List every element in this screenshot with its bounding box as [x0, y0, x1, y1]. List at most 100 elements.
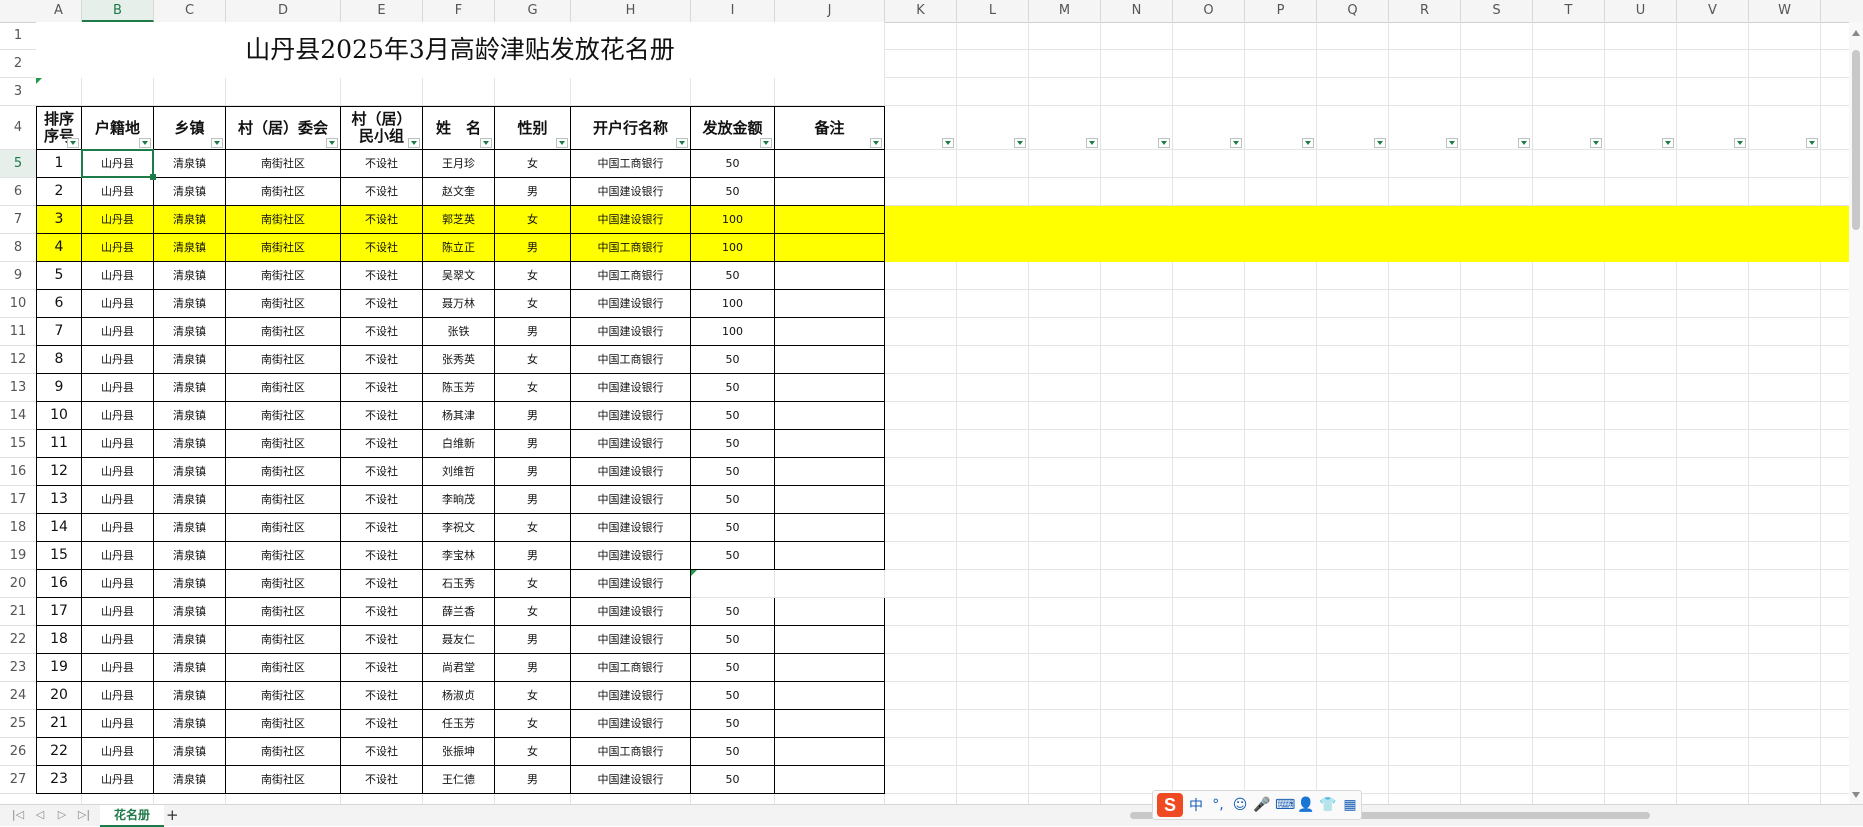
- cell-note[interactable]: [775, 150, 885, 178]
- scroll-down-icon[interactable]: [1852, 792, 1860, 798]
- column-header-n[interactable]: N: [1101, 0, 1173, 22]
- filter-dropdown-icon[interactable]: [1374, 138, 1386, 148]
- cell-town[interactable]: 清泉镇: [154, 710, 226, 738]
- cell-note[interactable]: [775, 290, 885, 318]
- column-header-k[interactable]: K: [885, 0, 957, 22]
- column-header-f[interactable]: F: [423, 0, 495, 22]
- column-header-e[interactable]: E: [341, 0, 423, 22]
- cell-group[interactable]: 不设社: [341, 374, 423, 402]
- cell-huji[interactable]: 山丹县: [82, 318, 154, 346]
- column-header-o[interactable]: O: [1173, 0, 1245, 22]
- cell-amount[interactable]: 50: [691, 738, 775, 766]
- cell-note[interactable]: [775, 542, 885, 570]
- cell-town[interactable]: 清泉镇: [154, 346, 226, 374]
- row-header-18[interactable]: 18: [0, 514, 36, 542]
- cell-village[interactable]: 南街社区: [226, 654, 341, 682]
- cell-amount[interactable]: 100: [691, 290, 775, 318]
- cell-seq[interactable]: 5: [36, 262, 82, 290]
- cell-note[interactable]: [775, 346, 885, 374]
- cell-village[interactable]: 南街社区: [226, 486, 341, 514]
- column-header-u[interactable]: U: [1605, 0, 1677, 22]
- cell-bank[interactable]: 中国建设银行: [571, 290, 691, 318]
- ime-punctuation-icon[interactable]: °,: [1209, 797, 1227, 813]
- cell-village[interactable]: 南街社区: [226, 542, 341, 570]
- cell-grid[interactable]: 山丹县2025年3月高龄津贴发放花名册 排序 序号 户籍地 乡镇 村（居）委会 村（居） 民小…: [36, 22, 1863, 804]
- cell-seq[interactable]: 20: [36, 682, 82, 710]
- cell-huji[interactable]: 山丹县: [82, 262, 154, 290]
- cell-name[interactable]: 郭芝英: [423, 206, 495, 234]
- cell-town[interactable]: 清泉镇: [154, 682, 226, 710]
- column-header-c[interactable]: C: [154, 0, 226, 22]
- cell-amount[interactable]: 50: [691, 430, 775, 458]
- cell-town[interactable]: 清泉镇: [154, 738, 226, 766]
- filter-dropdown-icon[interactable]: [1518, 138, 1530, 148]
- cell-seq[interactable]: 3: [36, 206, 82, 234]
- cell-group[interactable]: 不设社: [341, 402, 423, 430]
- cell-group[interactable]: 不设社: [341, 626, 423, 654]
- filter-dropdown-icon[interactable]: [1662, 138, 1674, 148]
- row-header-16[interactable]: 16: [0, 458, 36, 486]
- column-header-i[interactable]: I: [691, 0, 775, 22]
- filter-dropdown-icon[interactable]: [1230, 138, 1242, 148]
- cell-name[interactable]: 聂友仁: [423, 626, 495, 654]
- cell-huji[interactable]: 山丹县: [82, 514, 154, 542]
- cell-gender[interactable]: 女: [495, 290, 571, 318]
- cell-gender[interactable]: 女: [495, 682, 571, 710]
- cell-seq[interactable]: 18: [36, 626, 82, 654]
- cell-name[interactable]: 王仁德: [423, 766, 495, 794]
- cell-note[interactable]: [775, 626, 885, 654]
- first-sheet-button[interactable]: |◁: [10, 808, 26, 822]
- cell-seq[interactable]: 14: [36, 514, 82, 542]
- fill-handle[interactable]: [150, 174, 156, 180]
- cell-group[interactable]: 不设社: [341, 486, 423, 514]
- cell-gender[interactable]: 男: [495, 542, 571, 570]
- cell-huji[interactable]: 山丹县: [82, 738, 154, 766]
- scroll-up-icon[interactable]: [1852, 30, 1860, 36]
- row-header-22[interactable]: 22: [0, 626, 36, 654]
- row-header-6[interactable]: 6: [0, 178, 36, 206]
- filter-dropdown-icon[interactable]: [1590, 138, 1602, 148]
- cell-group[interactable]: 不设社: [341, 738, 423, 766]
- column-header-w[interactable]: W: [1749, 0, 1821, 22]
- cell-huji[interactable]: 山丹县: [82, 402, 154, 430]
- column-header-h[interactable]: H: [571, 0, 691, 22]
- cell-village[interactable]: 南街社区: [226, 710, 341, 738]
- cell-note[interactable]: [775, 514, 885, 542]
- cell-town[interactable]: 清泉镇: [154, 234, 226, 262]
- cell-huji[interactable]: 山丹县: [82, 458, 154, 486]
- cell-group[interactable]: 不设社: [341, 318, 423, 346]
- cell-name[interactable]: 薛兰香: [423, 598, 495, 626]
- cell-gender[interactable]: 男: [495, 766, 571, 794]
- column-header-b[interactable]: B: [82, 0, 154, 22]
- row-header-20[interactable]: 20: [0, 570, 36, 598]
- cell-gender[interactable]: 男: [495, 430, 571, 458]
- cell-note[interactable]: [775, 206, 885, 234]
- row-header-1[interactable]: 1: [0, 22, 36, 50]
- cell-gender[interactable]: 男: [495, 486, 571, 514]
- cell-name[interactable]: 任玉芳: [423, 710, 495, 738]
- filter-dropdown-icon[interactable]: [1734, 138, 1746, 148]
- cell-gender[interactable]: 女: [495, 262, 571, 290]
- cell-bank[interactable]: 中国建设银行: [571, 542, 691, 570]
- filter-dropdown-icon[interactable]: [1446, 138, 1458, 148]
- cell-gender[interactable]: 男: [495, 402, 571, 430]
- column-header-v[interactable]: V: [1677, 0, 1749, 22]
- cell-bank[interactable]: 中国建设银行: [571, 710, 691, 738]
- row-header-17[interactable]: 17: [0, 486, 36, 514]
- cell-group[interactable]: 不设社: [341, 654, 423, 682]
- cell-amount[interactable]: 50: [691, 486, 775, 514]
- cell-group[interactable]: 不设社: [341, 598, 423, 626]
- cell-huji[interactable]: 山丹县: [82, 766, 154, 794]
- filter-dropdown-icon[interactable]: [942, 138, 954, 148]
- cell-group[interactable]: 不设社: [341, 206, 423, 234]
- cell-group[interactable]: 不设社: [341, 542, 423, 570]
- cell-town[interactable]: 清泉镇: [154, 486, 226, 514]
- column-header-g[interactable]: G: [495, 0, 571, 22]
- header-village[interactable]: 村（居）委会: [226, 106, 341, 150]
- cell-group[interactable]: 不设社: [341, 234, 423, 262]
- cell-name[interactable]: 聂万林: [423, 290, 495, 318]
- cell-huji[interactable]: 山丹县: [82, 626, 154, 654]
- row-header-26[interactable]: 26: [0, 738, 36, 766]
- filter-dropdown-icon[interactable]: [67, 138, 79, 148]
- cell-huji[interactable]: 山丹县: [82, 654, 154, 682]
